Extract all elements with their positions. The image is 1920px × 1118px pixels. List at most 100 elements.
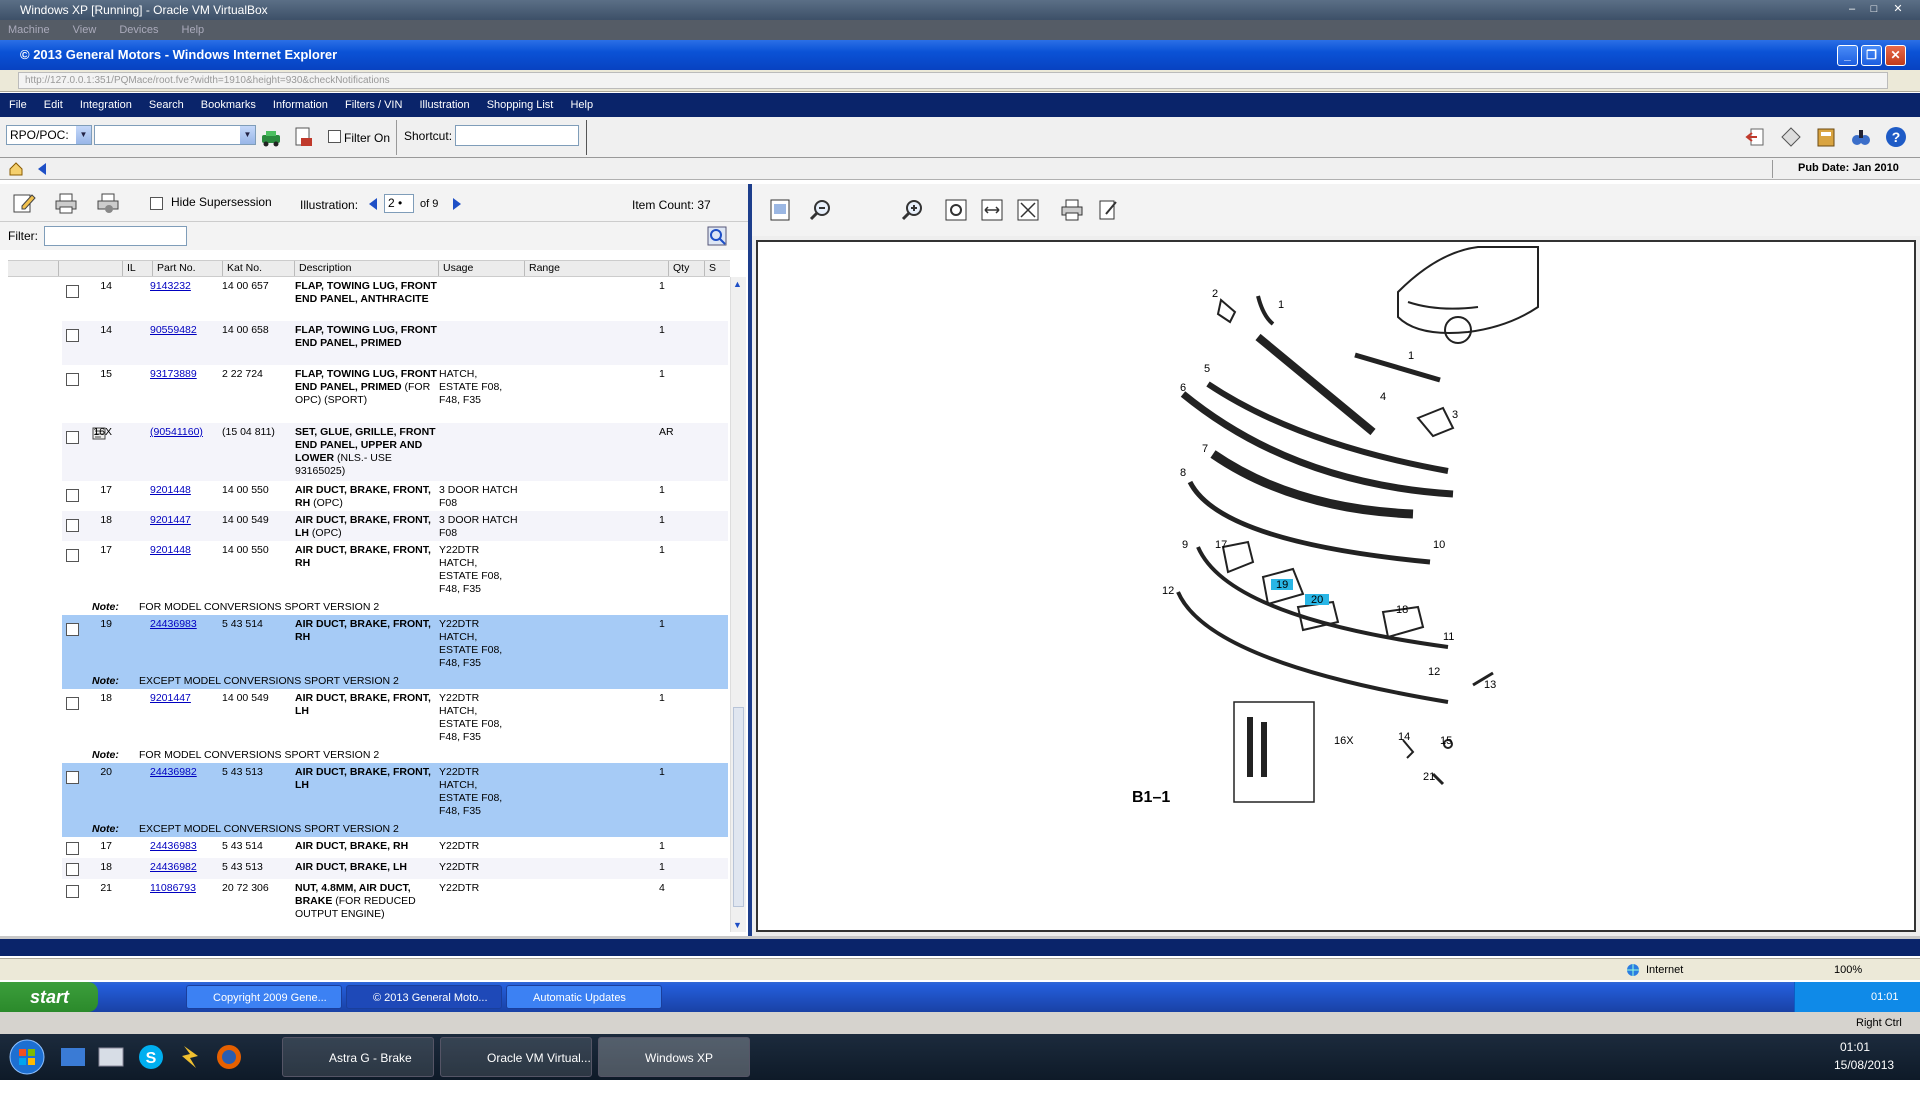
task-virtualbox[interactable]: Oracle VM Virtual...: [440, 1037, 592, 1077]
table-row[interactable]: 14 90559482 14 00 658 Flap, Towing Lug, …: [62, 321, 728, 365]
skype-icon[interactable]: S: [136, 1042, 166, 1072]
task-automatic-updates[interactable]: Automatic Updates: [506, 985, 662, 1009]
table-row[interactable]: 17 9201448 14 00 550 Air Duct, Brake, Fr…: [62, 481, 728, 511]
row-checkbox[interactable]: [66, 842, 79, 855]
table-row[interactable]: 18 24436982 5 43 513 Air Duct, Brake, LH…: [62, 858, 728, 879]
column-part-no[interactable]: Part No.: [152, 261, 196, 276]
back-arrow-icon[interactable]: [36, 162, 48, 176]
menu-filters-vin[interactable]: Filters / VIN: [345, 99, 402, 111]
scroll-up-icon[interactable]: ▲: [733, 279, 742, 289]
row-checkbox[interactable]: [66, 549, 79, 562]
zoom-width-icon[interactable]: [980, 198, 1004, 222]
callout-11[interactable]: 11: [1443, 631, 1454, 643]
callout-5[interactable]: 5: [1204, 363, 1210, 375]
zoom-out-icon[interactable]: [808, 198, 832, 222]
part-number-link[interactable]: 9201447: [150, 692, 191, 705]
explorer-icon[interactable]: [96, 1042, 126, 1072]
callout-17[interactable]: 17: [1215, 539, 1227, 551]
row-checkbox[interactable]: [66, 373, 79, 386]
minimize-button[interactable]: –: [1844, 2, 1860, 16]
table-row[interactable]: 17 24436983 5 43 514 Air Duct, Brake, RH…: [62, 837, 728, 858]
task-astra-brake[interactable]: Astra G - Brake D...: [282, 1037, 434, 1105]
winamp-icon[interactable]: [176, 1042, 206, 1072]
table-row-selected[interactable]: 20 24436982 5 43 513 Air Duct, Brake, Fr…: [62, 763, 728, 837]
edit-notes-icon[interactable]: [12, 192, 36, 214]
menu-integration[interactable]: Integration: [80, 99, 132, 111]
previous-illustration-icon[interactable]: [368, 197, 378, 211]
hide-supersession-checkbox[interactable]: [150, 197, 163, 210]
callout-10[interactable]: 10: [1433, 539, 1445, 551]
task-windows-xp[interactable]: Windows XP [Run...: [598, 1037, 750, 1105]
parts-list-scrollbar[interactable]: ▲ ▼: [730, 277, 746, 932]
callout-3[interactable]: 3: [1452, 409, 1458, 421]
illustration-page-input[interactable]: 2 •: [384, 194, 414, 213]
table-row-selected[interactable]: 19 24436983 5 43 514 Air Duct, Brake, Fr…: [62, 615, 728, 689]
fit-page-icon[interactable]: [768, 198, 792, 222]
table-row[interactable]: 14 9143232 14 00 657 Flap, Towing Lug, F…: [62, 277, 728, 321]
print-icon[interactable]: [54, 192, 78, 214]
callout-13[interactable]: 13: [1484, 679, 1496, 691]
part-number-link[interactable]: 9201448: [150, 544, 191, 557]
row-checkbox[interactable]: [66, 285, 79, 298]
chevron-down-icon[interactable]: ▼: [76, 126, 91, 144]
callout-21[interactable]: 21: [1423, 771, 1435, 783]
zoom-in-icon[interactable]: [900, 198, 924, 222]
part-number-link[interactable]: 24436983: [150, 618, 197, 631]
rpo-value-select[interactable]: ▼: [94, 125, 256, 145]
address-field[interactable]: http://127.0.0.1:351/PQMace/root.fve?wid…: [18, 72, 1888, 89]
part-number-link[interactable]: 11086793: [150, 882, 196, 895]
row-checkbox[interactable]: [66, 771, 79, 784]
row-checkbox[interactable]: [66, 431, 79, 444]
callout-14[interactable]: 14: [1398, 731, 1410, 743]
callout-12b[interactable]: 12: [1428, 666, 1440, 678]
row-checkbox[interactable]: [66, 519, 79, 532]
column-description[interactable]: Description: [294, 261, 352, 276]
table-row[interactable]: 21 11086793 20 72 306 Nut, 4.8mm, Air Du…: [62, 879, 728, 927]
part-number-link[interactable]: 9143232: [150, 280, 191, 293]
callout-19[interactable]: 19: [1276, 579, 1288, 591]
callout-8[interactable]: 8: [1180, 467, 1186, 479]
row-checkbox[interactable]: [66, 489, 79, 502]
home-icon[interactable]: [8, 161, 24, 177]
table-row[interactable]: 16X (90541160) (15 04 811) Set, Glue, Gr…: [62, 423, 728, 481]
task-general-motors[interactable]: © 2013 General Moto...: [346, 985, 502, 1009]
document-red-icon[interactable]: [292, 126, 314, 148]
menu-information[interactable]: Information: [273, 99, 328, 111]
row-checkbox[interactable]: [66, 329, 79, 342]
callout-18[interactable]: 18: [1396, 604, 1408, 616]
column-kat-no[interactable]: Kat No.: [222, 261, 262, 276]
menu-bookmarks[interactable]: Bookmarks: [201, 99, 256, 111]
book-icon[interactable]: [1815, 126, 1837, 148]
part-number-link[interactable]: 9201447: [150, 514, 191, 527]
zoom-level[interactable]: 100%: [1834, 959, 1862, 981]
rpo-poc-select[interactable]: RPO/POC: ▼: [6, 125, 92, 145]
windows-orb-icon[interactable]: [8, 1038, 46, 1076]
binoculars-icon[interactable]: [1850, 126, 1872, 148]
scrollbar-thumb[interactable]: [733, 707, 744, 907]
callout-1b[interactable]: 1: [1408, 350, 1414, 362]
part-number-link[interactable]: 24436983: [150, 840, 197, 853]
callout-20[interactable]: 20: [1311, 594, 1323, 606]
callout-16x[interactable]: 16X: [1334, 735, 1354, 747]
column-s[interactable]: S: [704, 261, 716, 276]
menu-view[interactable]: View: [73, 24, 97, 36]
menu-help[interactable]: Help: [182, 24, 205, 36]
print-options-icon[interactable]: [96, 192, 122, 214]
filter-on-checkbox[interactable]: [328, 130, 341, 143]
part-number-link[interactable]: 24436982: [150, 861, 197, 874]
filter-input[interactable]: [44, 226, 187, 246]
exit-icon[interactable]: [1745, 126, 1767, 148]
column-il[interactable]: IL: [122, 261, 136, 276]
callout-9[interactable]: 9: [1182, 539, 1188, 551]
ie-minimize-button[interactable]: _: [1837, 45, 1858, 66]
table-row[interactable]: 17 9201448 14 00 550 Air Duct, Brake, Fr…: [62, 541, 728, 615]
column-qty[interactable]: Qty: [668, 261, 689, 276]
row-checkbox[interactable]: [66, 623, 79, 636]
menu-help-app[interactable]: Help: [570, 99, 593, 111]
ie-close-button[interactable]: ✕: [1885, 45, 1906, 66]
next-illustration-icon[interactable]: [452, 197, 462, 211]
part-number-link[interactable]: (90541160): [150, 426, 203, 439]
callout-7[interactable]: 7: [1202, 443, 1208, 455]
part-number-link[interactable]: 90559482: [150, 324, 197, 337]
part-number-link[interactable]: 24436982: [150, 766, 197, 779]
